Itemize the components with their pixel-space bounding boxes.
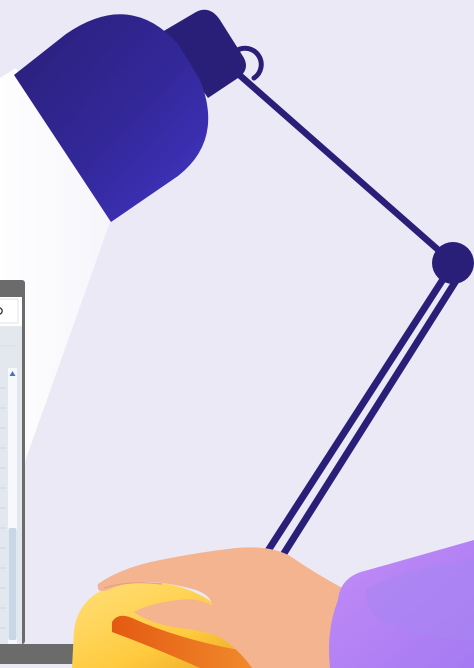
lamp-elbow-joint (432, 242, 474, 284)
monitor-bottom-bar (0, 644, 78, 664)
scrollbar-thumb[interactable] (8, 528, 17, 640)
illustration-svg (0, 0, 474, 668)
illustration-scene (0, 0, 474, 668)
